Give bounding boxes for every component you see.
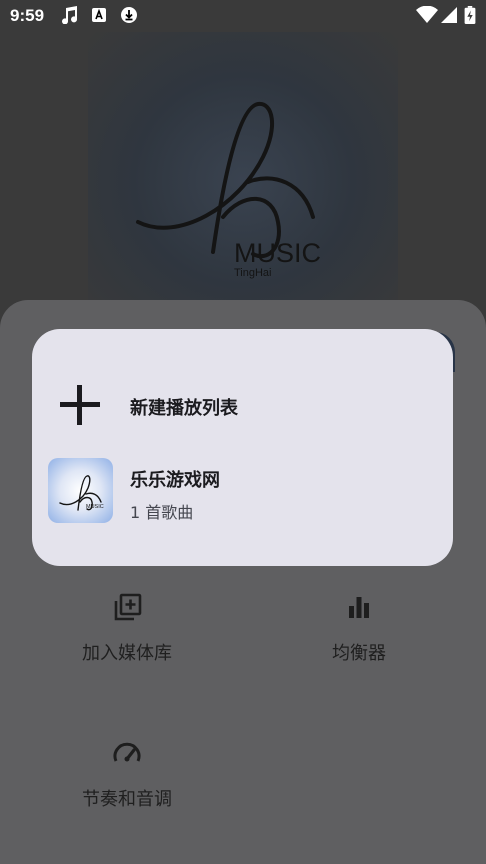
music-logo-icon: MUSIC bbox=[59, 475, 104, 511]
music-note-icon bbox=[62, 6, 78, 24]
playlist-item[interactable]: MUSIC 乐乐游戏网 1 首歌曲 bbox=[32, 449, 453, 539]
new-playlist-row[interactable]: 新建播放列表 bbox=[32, 361, 453, 449]
equalizer-icon bbox=[349, 597, 369, 618]
playlist-song-count: 1 首歌曲 bbox=[130, 503, 194, 522]
album-brand-text: MUSIC bbox=[234, 238, 321, 268]
download-icon bbox=[121, 7, 137, 23]
add-to-library-button[interactable]: 加入媒体库 bbox=[47, 593, 207, 665]
add-to-playlist-dialog: 新建播放列表 MUSIC 乐乐游戏网 1 首歌曲 bbox=[32, 329, 453, 566]
equalizer-label: 均衡器 bbox=[332, 643, 386, 664]
equalizer-button[interactable]: 均衡器 bbox=[279, 593, 439, 665]
album-art: MUSIC TingHai bbox=[88, 32, 398, 302]
playlist-thumbnail: MUSIC bbox=[48, 458, 113, 523]
status-time: 9:59 bbox=[10, 6, 45, 25]
tempo-pitch-button[interactable]: 节奏和音调 bbox=[47, 739, 207, 811]
battery-charging-icon bbox=[464, 6, 476, 24]
playlist-name: 乐乐游戏网 bbox=[130, 470, 220, 491]
speedometer-icon bbox=[113, 742, 141, 762]
wifi-icon bbox=[416, 6, 438, 23]
new-playlist-label: 新建播放列表 bbox=[130, 398, 238, 419]
app-store-icon bbox=[92, 8, 106, 22]
tempo-pitch-label: 节奏和音调 bbox=[82, 789, 172, 810]
thumb-brand-text: MUSIC bbox=[86, 504, 104, 510]
album-brand-subtext: TingHai bbox=[234, 267, 272, 279]
add-to-library-label: 加入媒体库 bbox=[82, 643, 172, 664]
signal-icon bbox=[441, 7, 457, 23]
plus-icon bbox=[60, 385, 100, 425]
status-bar: 9:59 bbox=[0, 0, 486, 32]
library-add-icon bbox=[114, 593, 142, 621]
